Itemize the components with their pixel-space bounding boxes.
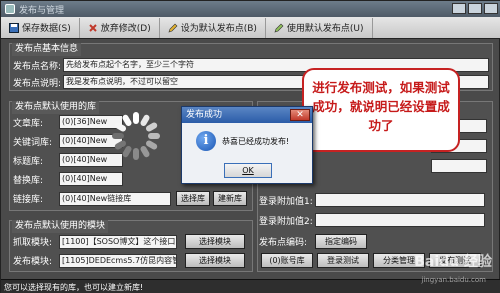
fetch-module-field[interactable]: [1100]【SOSO博文】这个接口 [59,234,177,249]
lib-field[interactable]: (0)[40]New [59,172,123,186]
lib-label: 标题库: [13,156,44,167]
extra2-field[interactable] [315,213,485,227]
minimize-button[interactable] [452,3,466,14]
toolbar: 保存数据(S) 放弃修改(D) 设为默认发布点(B) 使用默认发布点(U) [1,17,500,39]
select-library-button[interactable]: 选择库 [176,191,210,206]
set-default-label: 设为默认发布点(B) [180,24,257,34]
edit-icon [168,23,178,33]
window-controls [452,3,498,14]
lib-label: 关键词库: [13,137,53,148]
name-label: 发布点名称: [13,61,62,72]
maximize-button[interactable] [468,3,482,14]
module-row-fetch: 抓取模块: [1100]【SOSO博文】这个接口 选择模块 [13,234,245,249]
dialog-close-button[interactable]: ✕ [290,109,310,121]
close-window-button[interactable] [484,3,498,14]
use-default-label: 使用默认发布点(U) [286,24,364,34]
desc-label: 发布点说明: [13,78,62,89]
dialog-title: 发布成功 [186,110,223,120]
login-test-button[interactable]: 登录测试 [317,253,369,268]
specify-encoding-button[interactable]: 指定编码 [315,234,367,249]
libraries-title: 发布点默认使用的库 [12,101,100,114]
encoding-row: 发布点编码: 指定编码 [259,234,367,249]
extra2-row: 登录附加值2: [259,213,485,227]
account-library-button[interactable]: (0)账号库 [261,253,313,268]
save-data-button[interactable]: 保存数据(S) [1,17,80,38]
extra2-label: 登录附加值2: [259,216,313,227]
save-data-label: 保存数据(S) [22,24,71,34]
app-icon [5,4,15,14]
ok-button[interactable]: OK [224,163,272,178]
publish-success-dialog: 发布成功 ✕ i 恭喜已经成功发布! OK [181,106,313,184]
lib-field[interactable]: (0)[40]New链接库 [59,191,171,206]
encoding-label: 发布点编码: [259,238,308,248]
loading-spinner-icon [112,112,160,160]
extra1-row: 登录附加值1: [259,193,485,207]
discard-changes-label: 放弃修改(D) [100,24,151,34]
modules-title: 发布点默认使用的模块 [12,220,109,233]
annotation-callout: 进行发布测试，如果测试成功，就说明已经设置成功了 [302,68,460,152]
discard-icon [88,23,98,33]
extra1-label: 登录附加值1: [259,196,313,207]
extra1-field[interactable] [315,193,485,207]
use-default-publish-point-button[interactable]: 使用默认发布点(U) [266,17,373,38]
set-default-publish-point-button[interactable]: 设为默认发布点(B) [160,17,266,38]
lib-label: 文章库: [13,118,44,129]
window-title: 发布与管理 [19,6,65,16]
module-label: 抓取模块: [13,238,53,248]
watermark-logo: Baidu 经验 [414,254,492,270]
save-icon [9,22,19,33]
new-library-button[interactable]: 建新库 [213,191,247,206]
module-label: 发布模块: [13,257,53,267]
basic-info-title: 发布点基本信息 [12,43,82,56]
title-bar: 发布与管理 [1,1,500,17]
discard-changes-button[interactable]: 放弃修改(D) [80,17,160,38]
lib-row-links: 链接库: (0)[40]New链接库 选择库 建新库 [13,191,247,206]
dialog-title-bar: 发布成功 ✕ [182,107,312,123]
lib-label: 链接库: [13,195,44,205]
lib-label: 替换库: [13,175,44,186]
pencil-icon [274,23,284,33]
select-fetch-module-button[interactable]: 选择模块 [185,234,245,249]
module-row-publish: 发布模块: [1105]DEDEcms5.7仿昆内容管 选择模块 [13,253,245,268]
publish-module-field[interactable]: [1105]DEDEcms5.7仿昆内容管 [59,253,177,268]
lib-row-replace: 替换库: (0)[40]New [13,172,123,186]
watermark-url: jingyan.baidu.com [421,276,486,284]
select-publish-module-button[interactable]: 选择模块 [185,253,245,268]
dialog-message: 恭喜已经成功发布! [222,137,290,146]
right-field-3[interactable] [431,159,487,173]
info-icon: i [196,131,216,151]
